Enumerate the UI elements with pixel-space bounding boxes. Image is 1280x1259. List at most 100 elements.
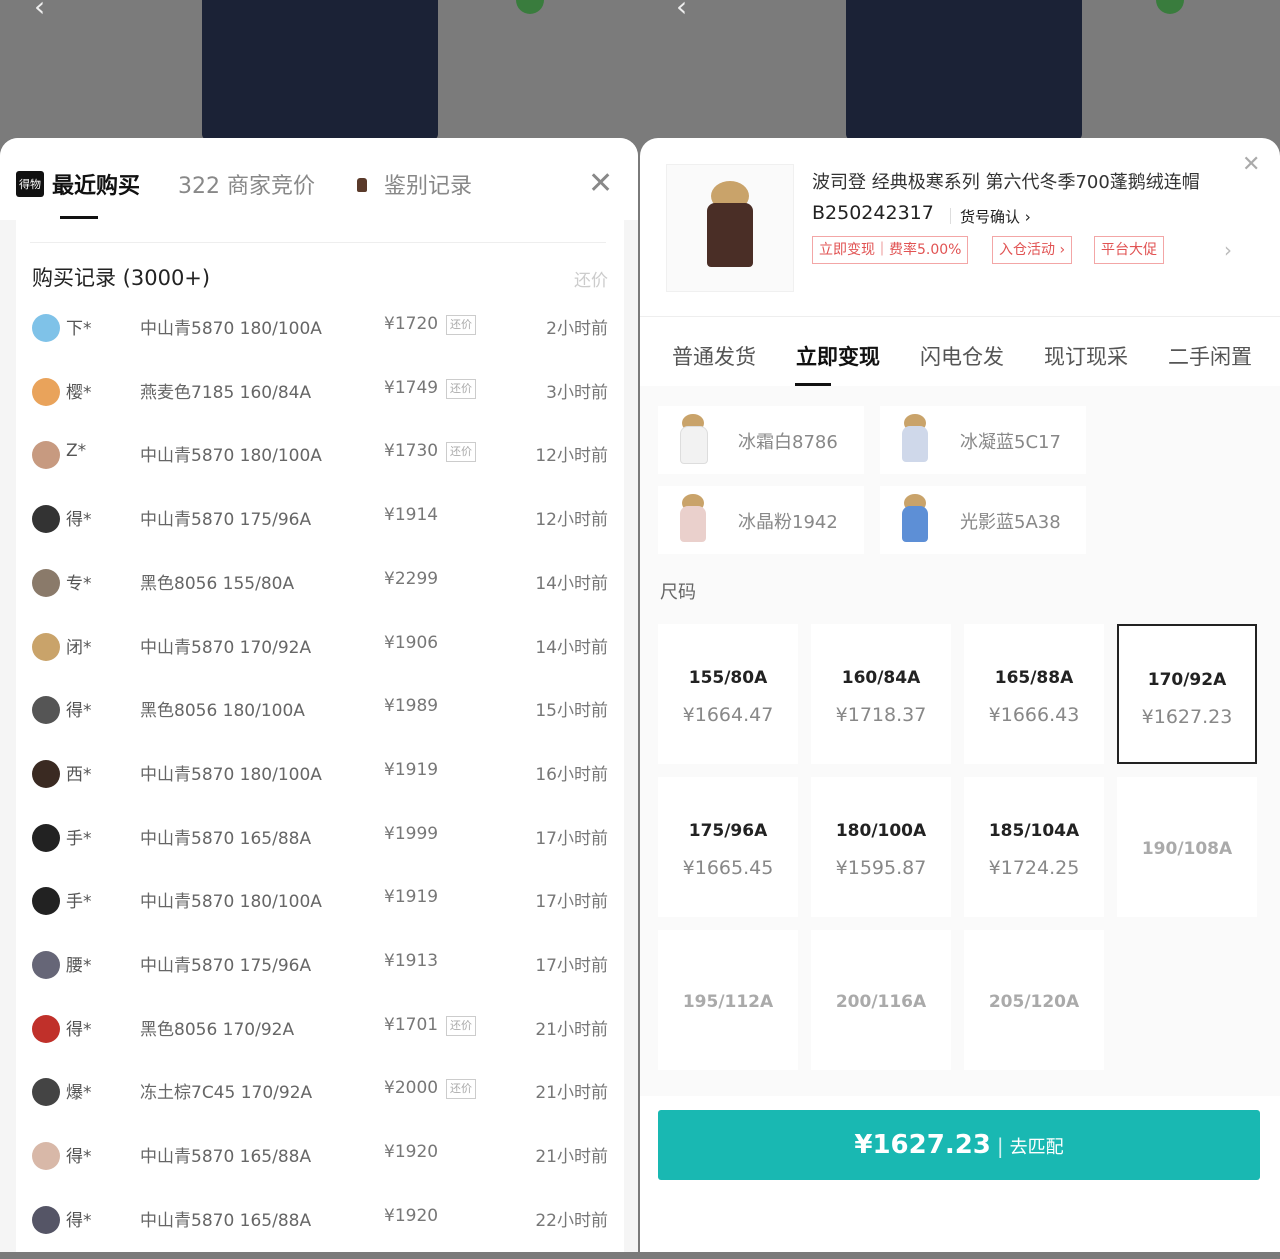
- size-value: 195/112A: [682, 992, 774, 1012]
- purchase-row: 腰* 中山青5870 175/96A ¥1913 17小时前: [16, 941, 624, 1004]
- purchase-time: 17小时前: [535, 828, 608, 849]
- product-title: 波司登 经典极寒系列 第六代冬季700蓬鹅绒连帽: [812, 172, 1200, 193]
- avatar: [32, 568, 60, 597]
- tab-merchant-bids[interactable]: 322 商家竞价: [178, 168, 315, 200]
- code-confirm-link[interactable]: 货号确认 ›: [960, 206, 1031, 227]
- back-arrow-icon[interactable]: ‹: [34, 0, 45, 23]
- list-hint: 还价: [574, 271, 608, 291]
- purchase-price: ¥1701: [384, 1014, 439, 1035]
- size-price: ¥1665.45: [682, 857, 774, 879]
- match-button[interactable]: ¥1627.23 | 去匹配: [658, 1110, 1260, 1180]
- color-option[interactable]: 冰凝蓝5C17: [880, 406, 1086, 474]
- purchase-spec: 黑色8056 180/100A: [140, 701, 305, 722]
- purchase-row: 手* 中山青5870 165/88A ¥1999 17小时前: [16, 814, 624, 877]
- chevron-right-icon[interactable]: ›: [1224, 238, 1232, 262]
- purchase-time: 21小时前: [535, 1083, 608, 1104]
- purchase-row: 闭* 中山青5870 170/92A ¥1906 14小时前: [16, 623, 624, 686]
- tab-second-hand[interactable]: 二手闲置: [1168, 341, 1252, 371]
- avatar: [32, 1014, 60, 1043]
- counter-offer-tag: 还价: [446, 1079, 476, 1100]
- color-option[interactable]: 光影蓝5A38: [880, 486, 1086, 554]
- buy-bar: ¥1627.23 | 去匹配: [640, 1096, 1280, 1252]
- purchase-row: 得* 中山青5870 175/96A ¥1914 12小时前: [16, 495, 624, 558]
- purchase-time: 21小时前: [535, 1019, 608, 1040]
- purchase-spec: 冻土棕7C45 170/92A: [140, 1083, 313, 1104]
- back-arrow-icon[interactable]: ‹: [676, 0, 687, 23]
- size-option[interactable]: 155/80A ¥1664.47: [658, 624, 798, 764]
- bottle-icon: [357, 178, 367, 192]
- purchase-spec: 中山青5870 165/88A: [140, 1147, 312, 1168]
- purchase-spec: 黑色8056 155/80A: [140, 573, 295, 594]
- purchase-spec: 中山青5870 175/96A: [140, 510, 312, 531]
- purchase-spec: 中山青5870 180/100A: [140, 892, 322, 913]
- size-option[interactable]: 200/116A: [811, 930, 951, 1070]
- tab-flash-warehouse[interactable]: 闪电仓发: [920, 341, 1004, 371]
- purchase-time: 17小时前: [535, 892, 608, 913]
- size-option[interactable]: 175/96A ¥1665.45: [658, 777, 798, 917]
- size-option[interactable]: 205/120A: [964, 930, 1104, 1070]
- purchase-time: 22小时前: [535, 1210, 608, 1231]
- buyer-name: 得*: [66, 1147, 92, 1168]
- size-price: ¥1724.25: [988, 857, 1080, 879]
- purchase-row: 得* 黑色8056 170/92A ¥1701 还价 21小时前: [16, 1005, 624, 1068]
- app-logo-icon: 得物: [16, 171, 44, 197]
- size-value: 155/80A: [688, 668, 768, 688]
- size-option[interactable]: 180/100A ¥1595.87: [811, 777, 951, 917]
- purchase-price: ¥1919: [384, 759, 439, 780]
- size-value: 205/120A: [988, 992, 1080, 1012]
- size-section-label: 尺码: [660, 582, 696, 603]
- purchase-price: ¥1919: [384, 887, 439, 908]
- warehouse-activity-badge[interactable]: 入仓活动 ›: [992, 236, 1073, 264]
- size-price: ¥1666.43: [988, 704, 1080, 726]
- tab-authentication-records[interactable]: 鉴别记录: [384, 168, 472, 200]
- size-option[interactable]: 195/112A: [658, 930, 798, 1070]
- buyer-name: 手*: [66, 828, 92, 849]
- buy-amount: ¥1627.23: [854, 1130, 991, 1160]
- color-swatch: [894, 494, 938, 544]
- purchase-row: 手* 中山青5870 180/100A ¥1919 17小时前: [16, 877, 624, 940]
- purchase-spec: 中山青5870 165/88A: [140, 1210, 312, 1231]
- size-price: ¥1664.47: [682, 704, 774, 726]
- size-value: 190/108A: [1141, 839, 1233, 859]
- color-option[interactable]: 冰晶粉1942: [658, 486, 864, 554]
- color-option[interactable]: 冰霜白8786: [658, 406, 864, 474]
- size-option[interactable]: 185/104A ¥1724.25: [964, 777, 1104, 917]
- purchase-price: ¥1749: [384, 377, 439, 398]
- purchase-price: ¥1989: [384, 696, 439, 717]
- size-option[interactable]: 190/108A: [1117, 777, 1257, 917]
- avatar: [32, 505, 60, 534]
- separator: |: [996, 1134, 1004, 1158]
- code-confirm-label: 货号确认: [960, 208, 1021, 226]
- size-option[interactable]: 170/92A ¥1627.23: [1117, 624, 1257, 764]
- avatar: [32, 1078, 60, 1107]
- purchase-price: ¥1920: [384, 1205, 439, 1226]
- size-price: ¥1595.87: [835, 857, 927, 879]
- coat-body: [902, 426, 928, 462]
- size-option[interactable]: 160/84A ¥1718.37: [811, 624, 951, 764]
- tab-instant-cash[interactable]: 立即变现: [796, 341, 880, 371]
- purchase-time: 14小时前: [535, 637, 608, 658]
- buyer-name: 爆*: [66, 1083, 92, 1104]
- size-option[interactable]: 165/88A ¥1666.43: [964, 624, 1104, 764]
- purchase-spec: 中山青5870 170/92A: [140, 637, 312, 658]
- purchase-records-panel: 得物 最近购买 322 商家竞价 鉴别记录 ✕ 购买记录 (3000+) 还价 …: [0, 138, 638, 1252]
- tab-made-to-order[interactable]: 现订现采: [1044, 341, 1128, 371]
- coat-image: [846, 0, 1082, 140]
- tab-recent-purchases[interactable]: 最近购买: [52, 168, 140, 200]
- close-icon[interactable]: ✕: [1242, 152, 1260, 177]
- size-value: 180/100A: [835, 821, 927, 841]
- purchase-spec: 燕麦色7185 160/84A: [140, 382, 312, 403]
- close-icon[interactable]: ✕: [588, 166, 613, 201]
- purchase-time: 12小时前: [535, 510, 608, 531]
- records-tabs: 得物 最近购买 322 商家竞价 鉴别记录 ✕: [0, 138, 638, 220]
- purchase-row: Z* 中山青5870 180/100A ¥1730 还价 12小时前: [16, 431, 624, 494]
- color-name: 冰霜白8786: [738, 432, 838, 453]
- tab-normal-shipping[interactable]: 普通发货: [672, 341, 756, 371]
- purchase-price: ¥1913: [384, 951, 439, 971]
- avatar: [32, 887, 60, 916]
- purchase-time: 21小时前: [535, 1147, 608, 1168]
- avatar: [32, 1142, 60, 1171]
- buyer-name: 得*: [66, 510, 92, 531]
- size-value: 175/96A: [688, 821, 768, 841]
- purchase-price: ¥2299: [384, 568, 439, 589]
